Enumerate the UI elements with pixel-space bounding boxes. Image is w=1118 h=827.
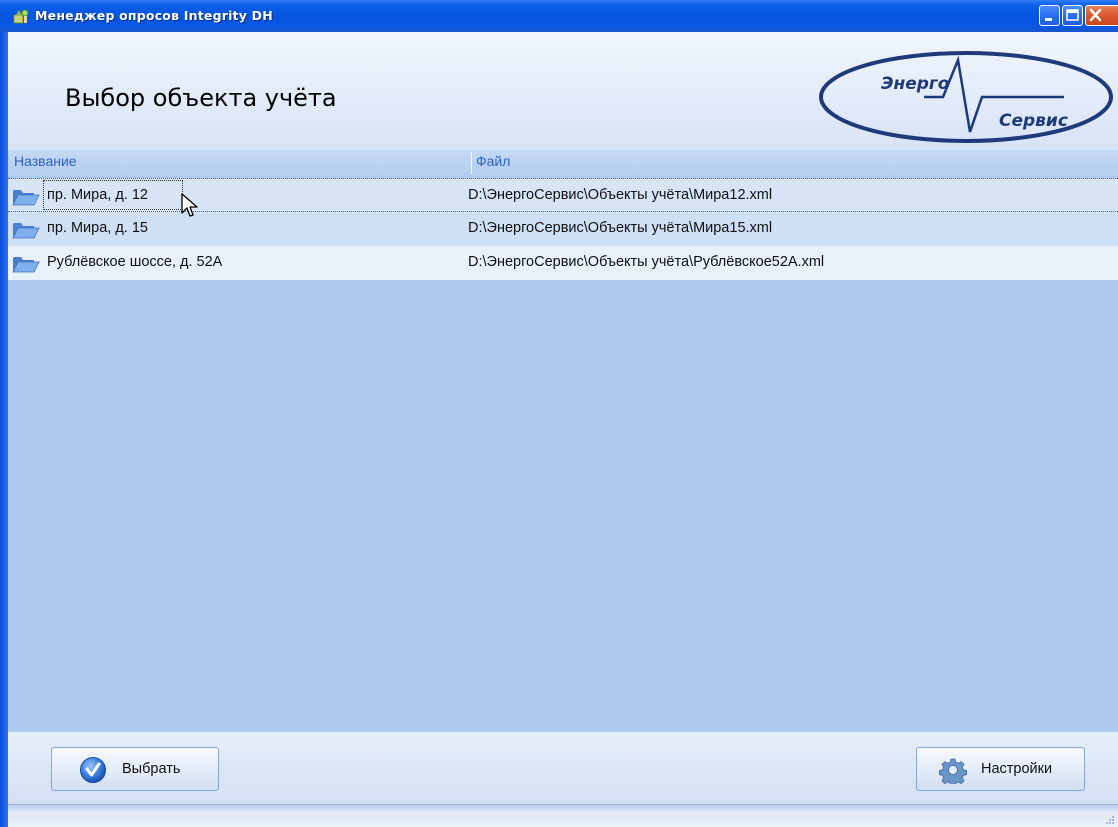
column-header-name[interactable]: Название <box>14 153 77 169</box>
object-list[interactable]: пр. Мира, д. 12 D:\ЭнергоСервис\Объекты … <box>8 176 1118 732</box>
resize-grip-icon[interactable] <box>1103 813 1115 825</box>
app-window: Менеджер опросов Integrity DH Выбор объе… <box>0 0 1118 827</box>
minimize-button[interactable] <box>1039 5 1060 26</box>
company-logo: Энерго Сервис <box>819 51 1113 143</box>
select-button[interactable]: Выбрать <box>51 747 219 791</box>
row-file: D:\ЭнергоСервис\Объекты учёта\Мира15.xml <box>468 220 773 236</box>
mouse-cursor-icon <box>181 193 198 217</box>
column-separator[interactable] <box>471 152 472 174</box>
window-title: Менеджер опросов Integrity DH <box>35 8 273 23</box>
title-bar[interactable]: Менеджер опросов Integrity DH <box>0 0 1118 32</box>
close-button[interactable] <box>1085 5 1118 26</box>
maximize-icon <box>1066 9 1079 21</box>
page-header: Выбор объекта учёта Энерго Сервис <box>8 32 1118 150</box>
row-name: Рублёвское шоссе, д. 52А <box>47 254 223 270</box>
app-icon <box>13 9 29 24</box>
close-icon <box>1089 8 1102 22</box>
table-row[interactable]: Рублёвское шоссе, д. 52А D:\ЭнергоСервис… <box>8 246 1118 280</box>
table-row[interactable]: пр. Мира, д. 15 D:\ЭнергоСервис\Объекты … <box>8 212 1118 246</box>
checkmark-icon <box>80 757 106 783</box>
list-header: Название Файл <box>8 150 1118 176</box>
logo-text-bottom: Сервис <box>999 111 1068 131</box>
table-row[interactable]: пр. Мира, д. 12 D:\ЭнергоСервис\Объекты … <box>8 178 1118 212</box>
settings-button-label: Настройки <box>981 761 1053 777</box>
folder-open-icon <box>12 190 40 206</box>
row-file: D:\ЭнергоСервис\Объекты учёта\Рублёвское… <box>468 254 825 270</box>
page-title: Выбор объекта учёта <box>65 84 337 112</box>
status-bar <box>8 804 1118 827</box>
row-name: пр. Мира, д. 12 <box>47 187 148 203</box>
column-header-file[interactable]: Файл <box>476 153 510 169</box>
maximize-button[interactable] <box>1062 5 1083 26</box>
select-button-label: Выбрать <box>122 761 181 777</box>
folder-open-icon <box>12 223 40 239</box>
logo-text-top: Энерго <box>881 74 950 94</box>
window-border <box>0 32 8 827</box>
gear-icon <box>939 758 967 784</box>
settings-button[interactable]: Настройки <box>916 747 1085 791</box>
row-name: пр. Мира, д. 15 <box>47 220 148 236</box>
minimize-icon <box>1045 18 1052 21</box>
folder-open-icon <box>12 257 40 273</box>
row-file: D:\ЭнергоСервис\Объекты учёта\Мира12.xml <box>468 187 773 203</box>
